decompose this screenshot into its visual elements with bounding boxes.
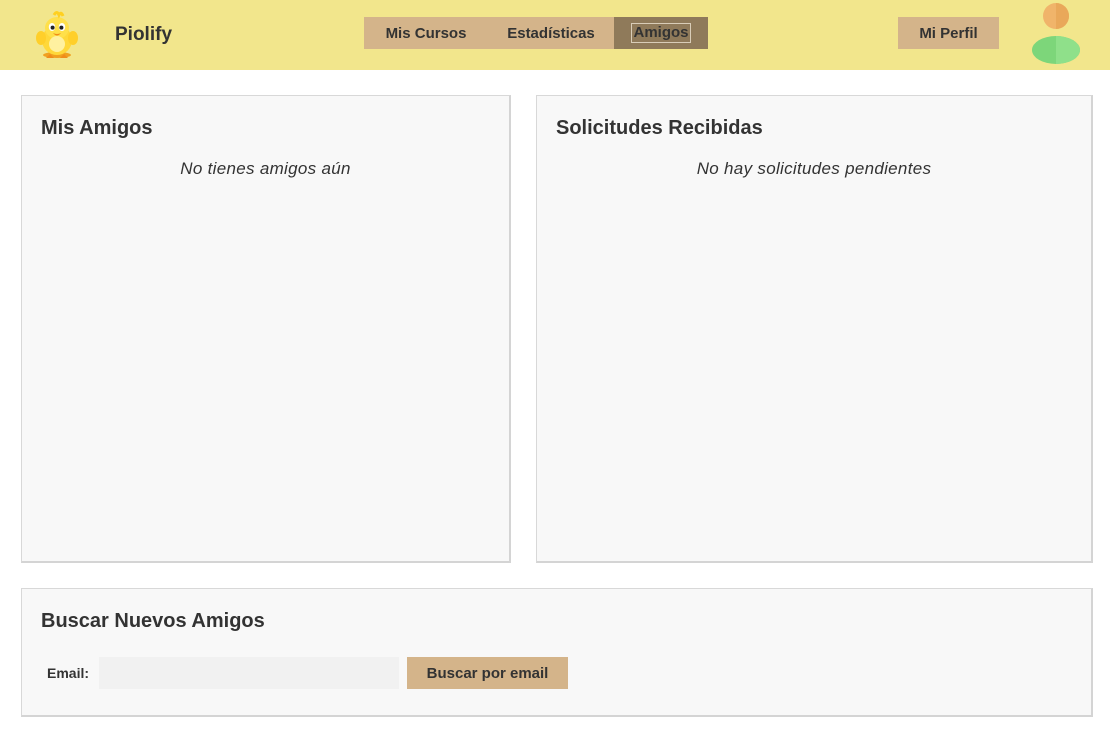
email-label: Email: xyxy=(47,665,90,681)
requests-empty-message: No hay solicitudes pendientes xyxy=(696,159,932,178)
search-panel-title: Buscar Nuevos Amigos xyxy=(41,610,265,632)
friends-panel-title: Mis Amigos xyxy=(41,117,153,139)
email-input[interactable] xyxy=(99,657,399,689)
search-panel: Buscar Nuevos Amigos Email: Buscar por e… xyxy=(21,588,1093,717)
requests-panel: Solicitudes Recibidas No hay solicitudes… xyxy=(536,95,1093,563)
nav-tab-mis-cursos[interactable]: Mis Cursos xyxy=(364,17,488,49)
profile-button[interactable]: Mi Perfil xyxy=(898,17,999,49)
nav-tab-amigos[interactable]: Amigos xyxy=(614,17,708,49)
main-nav: Mis Cursos Estadísticas Amigos xyxy=(364,17,708,49)
chick-mascot-icon[interactable] xyxy=(30,8,84,62)
nav-tab-amigos-label: Amigos xyxy=(631,23,691,43)
friends-empty-message: No tienes amigos aún xyxy=(180,159,351,178)
user-avatar-icon[interactable] xyxy=(1031,2,1081,66)
search-row: Email: Buscar por email xyxy=(47,657,568,689)
brand-name: Piolify xyxy=(115,24,173,45)
requests-panel-title: Solicitudes Recibidas xyxy=(556,117,763,139)
top-navbar: Piolify Mis Cursos Estadísticas Amigos M… xyxy=(0,0,1110,70)
search-by-email-button[interactable]: Buscar por email xyxy=(407,657,568,689)
nav-tab-estadisticas[interactable]: Estadísticas xyxy=(488,17,614,49)
friends-panel: Mis Amigos No tienes amigos aún xyxy=(21,95,511,563)
